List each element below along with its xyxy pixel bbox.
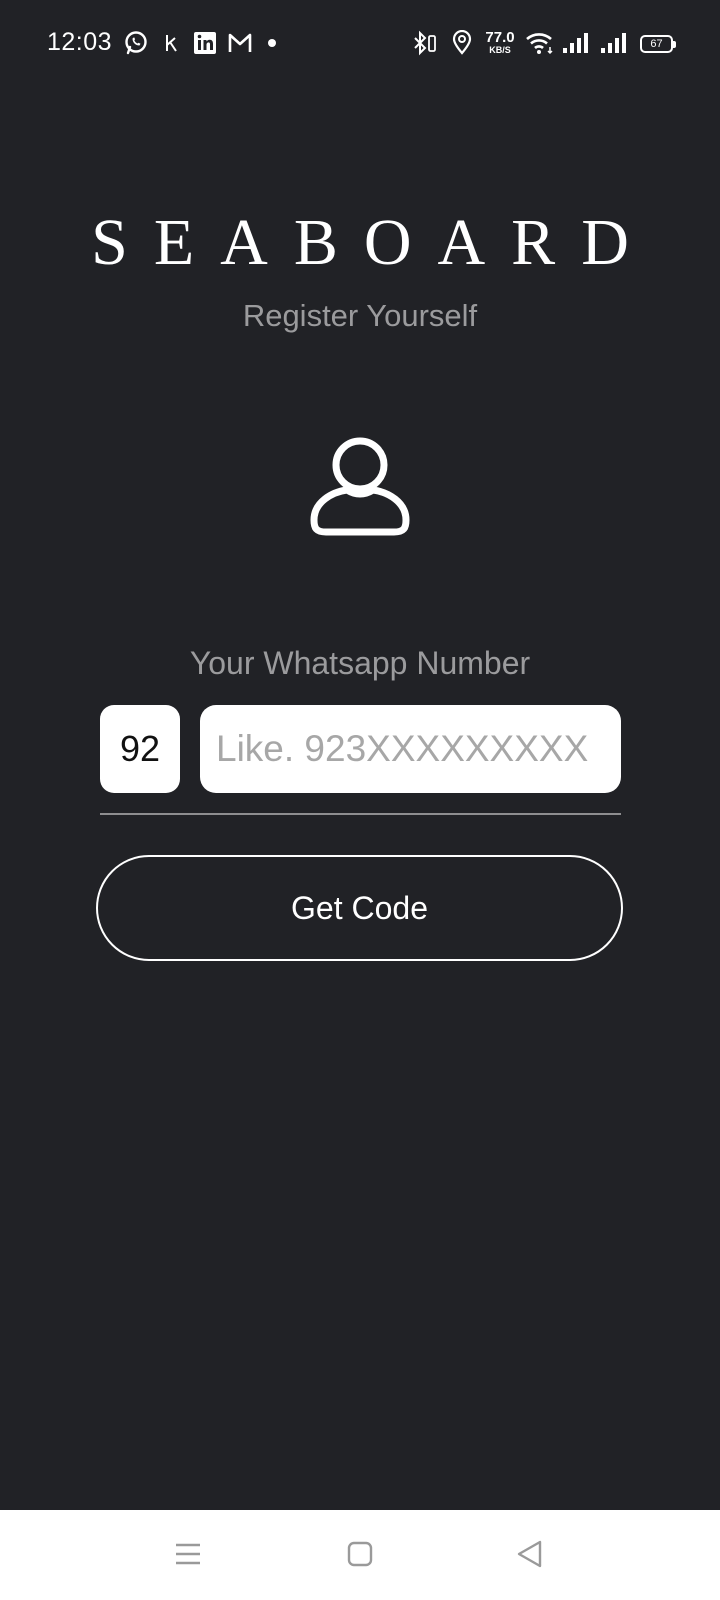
signal-icon bbox=[562, 30, 590, 56]
get-code-button[interactable]: Get Code bbox=[96, 855, 623, 961]
user-icon bbox=[310, 436, 410, 540]
network-speed-value: 77.0 bbox=[485, 29, 515, 46]
register-screen: 12:03 77.0 KB/S 67 SEABOARD Register You… bbox=[0, 0, 720, 1600]
page-subtitle: Register Yourself bbox=[242, 298, 478, 333]
dot-icon bbox=[267, 30, 277, 56]
wifi-icon bbox=[525, 30, 555, 56]
gmail-icon bbox=[227, 30, 253, 56]
k-notification-icon bbox=[163, 30, 179, 56]
location-icon bbox=[452, 30, 472, 56]
navigation-bar bbox=[0, 1510, 720, 1600]
divider bbox=[100, 813, 621, 815]
status-bar: 12:03 77.0 KB/S 67 bbox=[0, 0, 720, 88]
home-icon[interactable] bbox=[346, 1540, 374, 1573]
linkedin-icon bbox=[193, 30, 217, 56]
phone-label: Your Whatsapp Number bbox=[189, 645, 531, 681]
signal-icon bbox=[600, 30, 628, 56]
battery-icon: 67 bbox=[640, 35, 676, 53]
menu-icon[interactable] bbox=[174, 1540, 202, 1573]
whatsapp-icon bbox=[124, 30, 148, 56]
back-icon[interactable] bbox=[516, 1540, 544, 1573]
brand-title: SEABOARD bbox=[91, 206, 655, 279]
country-code-field[interactable]: 92 bbox=[100, 705, 180, 793]
bluetooth-icon bbox=[412, 30, 438, 56]
status-time: 12:03 bbox=[47, 28, 113, 56]
network-speed: 77.0 KB/S bbox=[482, 30, 518, 55]
network-speed-unit: KB/S bbox=[489, 45, 511, 55]
phone-number-input[interactable] bbox=[200, 705, 621, 793]
